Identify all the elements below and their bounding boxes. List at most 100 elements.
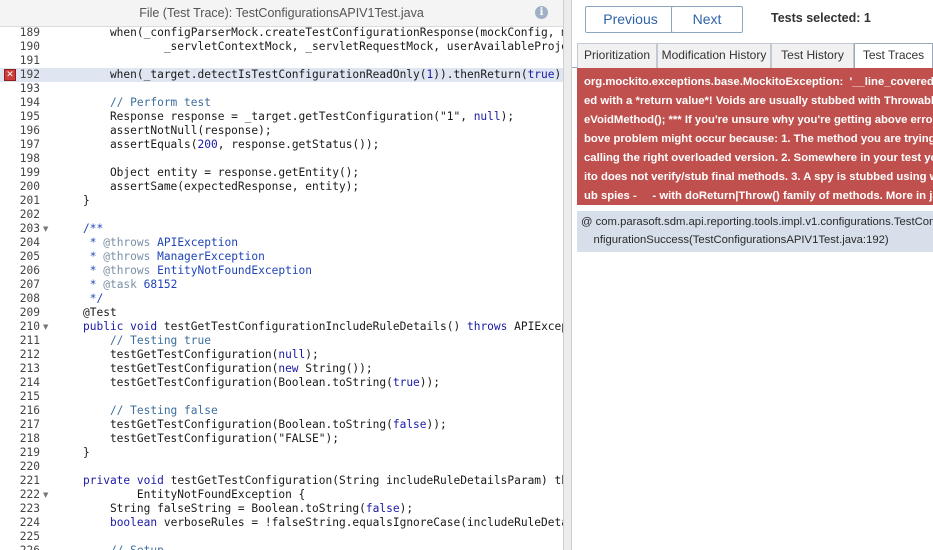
code-line[interactable]: 214 testGetTestConfiguration(Boolean.toS… bbox=[0, 376, 563, 390]
line-number: 213 bbox=[19, 362, 40, 375]
line-number: 220 bbox=[19, 460, 40, 473]
line-number: 211 bbox=[19, 334, 40, 347]
code-line[interactable]: 201} bbox=[0, 194, 563, 208]
code-line[interactable]: 220 bbox=[0, 460, 563, 474]
pane-splitter[interactable] bbox=[563, 0, 572, 550]
code-line[interactable]: 225 bbox=[0, 530, 563, 544]
code-line[interactable]: 196 assertNotNull(response); bbox=[0, 124, 563, 138]
stack-trace-box[interactable]: @ com.parasoft.sdm.api.reporting.tools.i… bbox=[577, 211, 933, 252]
line-number: 189 bbox=[19, 27, 40, 39]
code-text: testGetTestConfiguration(new String()); bbox=[83, 362, 373, 375]
code-line[interactable]: 197 assertEquals(200, response.getStatus… bbox=[0, 138, 563, 152]
code-text: when(_configParserMock.createTestConfigu… bbox=[83, 27, 563, 39]
error-message-line: calling the right overloaded version. 2.… bbox=[584, 152, 933, 164]
code-line[interactable]: 205 * @throws ManagerException bbox=[0, 250, 563, 264]
code-line[interactable]: 190 _servletContextMock, _servletRequest… bbox=[0, 40, 563, 54]
code-line[interactable]: 193 bbox=[0, 82, 563, 96]
previous-button[interactable]: Previous bbox=[585, 6, 676, 33]
tab-test-traces[interactable]: Test Traces bbox=[854, 43, 933, 69]
next-button[interactable]: Next bbox=[671, 6, 743, 33]
code-line[interactable]: 217 testGetTestConfiguration(Boolean.toS… bbox=[0, 418, 563, 432]
stack-trace-line[interactable]: @ com.parasoft.sdm.api.reporting.tools.i… bbox=[581, 214, 933, 231]
line-number: 193 bbox=[19, 82, 40, 95]
line-number: 195 bbox=[19, 110, 40, 123]
code-line[interactable]: 215 bbox=[0, 390, 563, 404]
file-title: File (Test Trace): TestConfigurationsAPI… bbox=[139, 6, 424, 20]
line-number: 218 bbox=[19, 432, 40, 445]
code-line[interactable]: 191 bbox=[0, 54, 563, 68]
tab-prioritization[interactable]: Prioritization bbox=[577, 43, 657, 68]
code-line[interactable]: 189 when(_configParserMock.createTestCon… bbox=[0, 27, 563, 40]
code-line[interactable]: 200 assertSame(expectedResponse, entity)… bbox=[0, 180, 563, 194]
details-pane: Previous Next Tests selected: 1 Prioriti… bbox=[572, 0, 933, 550]
line-number: 192 bbox=[19, 68, 40, 81]
code-text: testGetTestConfiguration("FALSE"); bbox=[83, 432, 339, 445]
code-line[interactable]: 216 // Testing false bbox=[0, 404, 563, 418]
info-icon[interactable]: i bbox=[535, 6, 548, 19]
code-text: Response response = _target.getTestConfi… bbox=[83, 110, 515, 123]
line-number: 212 bbox=[19, 348, 40, 361]
code-text: testGetTestConfiguration(Boolean.toStrin… bbox=[83, 376, 441, 389]
code-line[interactable]: 222 ▼ EntityNotFoundException { bbox=[0, 488, 563, 502]
line-number: 219 bbox=[19, 446, 40, 459]
code-line[interactable]: 203 ▼ /** bbox=[0, 222, 563, 236]
tab-modification-history[interactable]: Modification History bbox=[657, 43, 771, 68]
fold-toggle-icon[interactable]: ▼ bbox=[43, 222, 48, 236]
line-number: 222 bbox=[19, 488, 40, 501]
error-message-line: ito does not verify/stub final methods. … bbox=[584, 171, 933, 183]
code-line[interactable]: 199 Object entity = response.getEntity()… bbox=[0, 166, 563, 180]
tab-bar: Prioritization Modification History Test… bbox=[572, 40, 933, 69]
error-message-line: eVoidMethod(); *** If you're unsure why … bbox=[584, 114, 933, 126]
code-line[interactable]: 209 @Test bbox=[0, 306, 563, 320]
code-text: assertNotNull(response); bbox=[83, 124, 272, 137]
code-text: String falseString = Boolean.toString(fa… bbox=[83, 502, 414, 515]
code-line[interactable]: 198 bbox=[0, 152, 563, 166]
line-number: 224 bbox=[19, 516, 40, 529]
code-line[interactable]: 206 * @throws EntityNotFoundException bbox=[0, 264, 563, 278]
code-text: _servletContextMock, _servletRequestMock… bbox=[83, 40, 563, 53]
line-number: 194 bbox=[19, 96, 40, 109]
code-line[interactable]: 208 */ bbox=[0, 292, 563, 306]
line-number: 206 bbox=[19, 264, 40, 277]
line-number: 200 bbox=[19, 180, 40, 193]
code-text: @Test bbox=[83, 306, 117, 319]
code-line[interactable]: 219} bbox=[0, 446, 563, 460]
line-number: 207 bbox=[19, 278, 40, 291]
line-number: 196 bbox=[19, 124, 40, 137]
code-text: } bbox=[83, 446, 90, 459]
code-line[interactable]: 194 // Perform test bbox=[0, 96, 563, 110]
code-line[interactable]: 211 // Testing true bbox=[0, 334, 563, 348]
code-line[interactable]: 202 bbox=[0, 208, 563, 222]
code-line[interactable]: 213 testGetTestConfiguration(new String(… bbox=[0, 362, 563, 376]
code-text: testGetTestConfiguration(Boolean.toStrin… bbox=[83, 418, 447, 431]
line-number: 199 bbox=[19, 166, 40, 179]
tests-selected-count: Tests selected: 1 bbox=[771, 11, 871, 25]
code-text: boolean verboseRules = !falseString.equa… bbox=[109, 516, 563, 529]
code-line[interactable]: ✕ 192 when(_target.detectIsTestConfigurat… bbox=[0, 68, 563, 82]
stack-trace-line[interactable]: nfigurationSuccess(TestConfigurationsAPI… bbox=[581, 232, 889, 249]
fold-toggle-icon[interactable]: ▼ bbox=[43, 488, 48, 502]
code-text: * @throws EntityNotFoundException bbox=[83, 264, 313, 277]
code-editor[interactable]: 189 when(_configParserMock.createTestCon… bbox=[0, 27, 563, 550]
line-number: 191 bbox=[19, 54, 40, 67]
line-number: 205 bbox=[19, 250, 40, 263]
code-line[interactable]: 226 // Setup bbox=[0, 544, 563, 550]
code-line[interactable]: 195 Response response = _target.getTestC… bbox=[0, 110, 563, 124]
line-number: 221 bbox=[19, 474, 40, 487]
code-text: assertSame(expectedResponse, entity); bbox=[83, 180, 360, 193]
code-line[interactable]: 221 private void testGetTestConfiguration… bbox=[0, 474, 563, 488]
code-line[interactable]: 204 * @throws APIException bbox=[0, 236, 563, 250]
code-line[interactable]: 210 ▼ public void testGetTestConfiguration… bbox=[0, 320, 563, 334]
code-line[interactable]: 223 String falseString = Boolean.toStrin… bbox=[0, 502, 563, 516]
line-number: 210 bbox=[19, 320, 40, 333]
code-line[interactable]: 207 * @task 68152 bbox=[0, 278, 563, 292]
code-text: testGetTestConfiguration(null); bbox=[83, 348, 319, 361]
tab-test-history[interactable]: Test History bbox=[771, 43, 854, 68]
code-line[interactable]: 224 boolean verboseRules = !falseString.… bbox=[0, 516, 563, 530]
line-number: 203 bbox=[19, 222, 40, 235]
line-number: 197 bbox=[19, 138, 40, 151]
code-line[interactable]: 212 testGetTestConfiguration(null); bbox=[0, 348, 563, 362]
fold-toggle-icon[interactable]: ▼ bbox=[43, 320, 48, 334]
line-number: 214 bbox=[19, 376, 40, 389]
code-line[interactable]: 218 testGetTestConfiguration("FALSE"); bbox=[0, 432, 563, 446]
